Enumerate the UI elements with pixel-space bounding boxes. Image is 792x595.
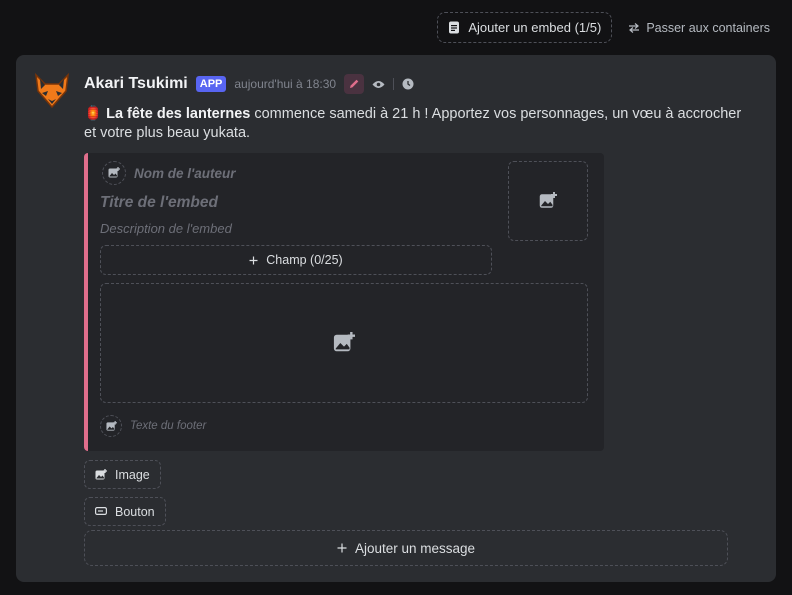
switch-containers-label: Passer aux containers — [646, 20, 770, 35]
swap-arrows-icon — [628, 22, 640, 33]
add-embed-button[interactable]: Ajouter un embed (1/5) — [437, 12, 613, 43]
add-button-button[interactable]: Bouton — [84, 497, 166, 526]
thumbnail-upload[interactable] — [508, 161, 588, 241]
add-image-label: Image — [115, 467, 150, 482]
image-add-icon — [108, 167, 120, 178]
embed-description-input[interactable]: Description de l'embed — [100, 221, 232, 236]
image-add-icon — [105, 420, 117, 431]
eye-icon[interactable] — [372, 80, 385, 89]
divider — [393, 78, 395, 90]
footer-text-input[interactable]: Texte du footer — [130, 420, 206, 432]
message-header: Akari Tsukimi APP aujourd'hui à 18:30 — [84, 73, 414, 95]
app-badge: APP — [195, 76, 227, 92]
image-upload[interactable] — [100, 283, 588, 403]
message-bold-text: La fête des lanternes — [106, 106, 251, 122]
add-field-label: Champ (0/25) — [266, 253, 343, 267]
image-icon — [95, 468, 107, 481]
lantern-emoji: 🏮 — [84, 106, 103, 122]
top-toolbar: Ajouter un embed (1/5) Passer aux contai… — [437, 12, 776, 43]
author-icon-upload[interactable] — [102, 161, 126, 185]
embed-footer: Texte du footer — [100, 415, 206, 437]
switch-containers-button[interactable]: Passer aux containers — [622, 21, 776, 35]
message-content[interactable]: 🏮 La fête des lanternes commence samedi … — [84, 105, 744, 143]
pencil-icon — [350, 79, 359, 88]
timestamp: aujourd'hui à 18:30 — [234, 77, 337, 91]
avatar[interactable] — [32, 71, 72, 111]
embed-title-input[interactable]: Titre de l'embed — [100, 194, 218, 212]
add-message-label: Ajouter un message — [354, 540, 476, 556]
fox-icon — [34, 72, 70, 109]
author-name-input[interactable]: Nom de l'auteur — [134, 166, 235, 181]
edit-button[interactable] — [344, 74, 365, 94]
username[interactable]: Akari Tsukimi — [84, 75, 188, 93]
button-icon — [95, 507, 107, 516]
image-add-icon — [333, 332, 355, 352]
add-field-button[interactable]: Champ (0/25) — [100, 245, 492, 275]
add-image-button[interactable]: Image — [84, 460, 161, 489]
plus-icon — [249, 256, 258, 265]
add-message-button[interactable]: Ajouter un message — [84, 530, 728, 566]
document-icon — [448, 21, 460, 34]
message-editor-card: Akari Tsukimi APP aujourd'hui à 18:30 🏮 … — [16, 55, 776, 582]
plus-icon — [337, 543, 347, 553]
embed-editor: Nom de l'auteur Titre de l'embed Descrip… — [84, 153, 604, 451]
embed-author: Nom de l'auteur — [102, 161, 235, 185]
footer-icon-upload[interactable] — [100, 415, 122, 437]
clock-icon[interactable] — [402, 78, 414, 90]
image-add-icon — [539, 192, 557, 208]
add-button-label: Bouton — [115, 504, 155, 519]
add-embed-label: Ajouter un embed (1/5) — [468, 20, 602, 35]
